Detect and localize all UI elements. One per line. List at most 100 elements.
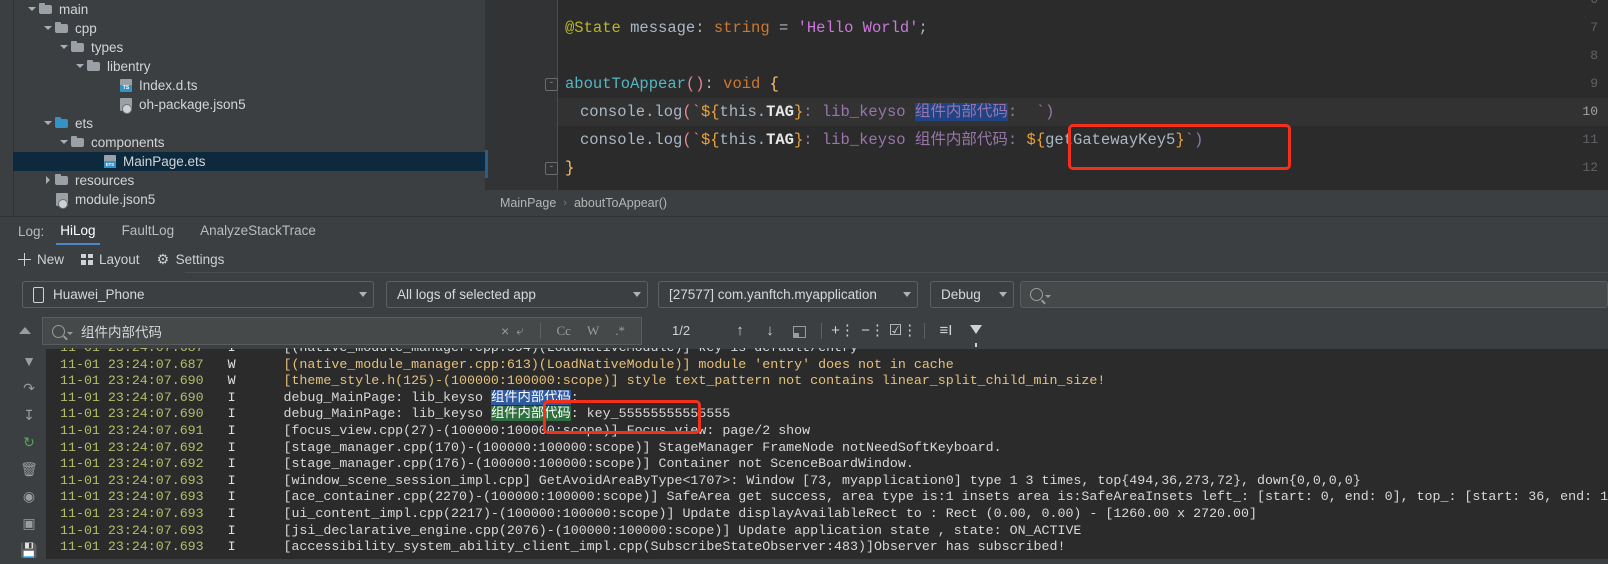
- log-row[interactable]: 11-01 23:24:07.693 I [accessibility_syst…: [46, 539, 1608, 556]
- log-timestamp: 11-01 23:24:07.693: [60, 489, 204, 505]
- interp-close-token: }: [1175, 131, 1185, 149]
- chevron-down-icon[interactable]: [57, 133, 70, 152]
- log-row[interactable]: 11-01 23:24:07.687 W [(native_module_man…: [46, 357, 1608, 374]
- tree-item-libentry[interactable]: libentry: [13, 57, 485, 76]
- function-name-token: aboutToAppear: [565, 75, 686, 93]
- trash-icon[interactable]: 🗑: [13, 456, 45, 483]
- search-icon: [52, 324, 65, 338]
- log-row[interactable]: 11-01 23:24:07.690 W [theme_style.h(125)…: [46, 373, 1608, 390]
- gear-icon: ⚙: [156, 250, 170, 267]
- log-message-prefix: debug_MainPage: lib_keyso: [283, 406, 491, 422]
- process-select[interactable]: [27577] com.yanftch.myapplication: [658, 281, 918, 308]
- log-row[interactable]: 11-01 23:24:07.687 I [(native_module_man…: [46, 348, 1608, 357]
- chevron-down-icon[interactable]: [25, 0, 38, 19]
- tree-item-ets[interactable]: ets: [13, 114, 485, 133]
- log-message: [(native_module_manager.cpp:613)(LoadNat…: [283, 356, 954, 372]
- log-row[interactable]: 11-01 23:24:07.693 I [ui_content_impl.cp…: [46, 506, 1608, 523]
- log-row[interactable]: 11-01 23:24:07.692 I [stage_manager.cpp(…: [46, 456, 1608, 473]
- fold-marker[interactable]: -: [545, 78, 558, 91]
- restart-icon[interactable]: ↻: [13, 429, 45, 456]
- arrow-down-icon[interactable]: ↓: [755, 317, 785, 345]
- whole-words-toggle[interactable]: W: [587, 323, 599, 339]
- tree-item-resources[interactable]: resources: [13, 171, 485, 190]
- wrap-text-icon[interactable]: ≡I: [931, 317, 961, 345]
- log-level: I: [227, 422, 236, 438]
- folder-icon: [70, 133, 88, 152]
- scroll-to-end-icon[interactable]: ↧: [13, 402, 45, 429]
- tree-item-main[interactable]: main: [13, 0, 485, 19]
- line-number: 8: [1590, 48, 1598, 63]
- breadcrumb-item-method[interactable]: aboutToAppear(): [574, 196, 667, 210]
- history-icon[interactable]: ⤶: [516, 323, 523, 339]
- breadcrumb-separator-icon: ›: [563, 197, 567, 209]
- tree-item-components[interactable]: components: [13, 133, 485, 152]
- new-button[interactable]: New: [18, 252, 64, 267]
- arrow-up-icon[interactable]: ↑: [725, 317, 755, 345]
- settings-button[interactable]: ⚙ Settings: [157, 252, 225, 267]
- chevron-down-icon[interactable]: [41, 114, 54, 133]
- remove-filter-icon[interactable]: −⋮: [858, 317, 888, 345]
- log-row[interactable]: 11-01 23:24:07.692 I [stage_manager.cpp(…: [46, 440, 1608, 457]
- find-input[interactable]: 组件内部代码 × ⤶ Cc W .*: [42, 317, 642, 345]
- gateway-key-token: getGatewayKey5: [1045, 131, 1176, 149]
- json-icon: [54, 190, 72, 209]
- divider: [924, 323, 925, 339]
- tree-item-oh-package-json5[interactable]: oh-package.json5: [13, 95, 485, 114]
- camera-icon[interactable]: ◉: [13, 483, 45, 510]
- log-message: [jsi_declarative_engine.cpp(2076)-(10000…: [283, 522, 1082, 538]
- tree-item-label: module.json5: [75, 192, 156, 207]
- breadcrumb-item-file[interactable]: MainPage: [500, 196, 556, 210]
- log-action-bar: New Layout ⚙ Settings: [0, 245, 1608, 273]
- tree-item-mainpage-ets[interactable]: MainPage.ets: [13, 152, 485, 171]
- layout-button[interactable]: Layout: [81, 252, 140, 267]
- tree-item-index-d-ts[interactable]: Index.d.ts: [13, 76, 485, 95]
- chevron-right-icon[interactable]: [41, 171, 54, 190]
- tree-item-module-json5[interactable]: module.json5: [13, 190, 485, 209]
- tree-item-label: resources: [75, 173, 135, 188]
- ets-icon: [102, 152, 120, 171]
- log-row[interactable]: 11-01 23:24:07.690 I debug_MainPage: lib…: [46, 389, 1608, 407]
- clear-icon[interactable]: ×: [501, 323, 509, 339]
- folder-icon: [54, 171, 72, 190]
- log-output[interactable]: 11-01 23:24:07.687 I [(native_module_man…: [46, 348, 1608, 559]
- collapse-toggle-icon[interactable]: [19, 327, 31, 334]
- parens-token: (): [685, 75, 705, 93]
- console-log-token: console.log: [580, 103, 683, 121]
- soft-wrap-icon[interactable]: ↷: [13, 375, 45, 402]
- chevron-down-icon[interactable]: [57, 38, 70, 57]
- log-row[interactable]: 11-01 23:24:07.691 I [focus_view.cpp(27)…: [46, 423, 1608, 440]
- log-scope-select[interactable]: All logs of selected app: [386, 281, 648, 308]
- device-select[interactable]: Huawei_Phone: [22, 281, 374, 308]
- add-filter-icon[interactable]: +⋮: [828, 317, 858, 345]
- match-case-toggle[interactable]: Cc: [557, 323, 571, 339]
- log-message: [theme_style.h(125)-(100000:100000:scope…: [283, 373, 1106, 389]
- breadcrumb[interactable]: MainPage › aboutToAppear(): [485, 190, 1608, 216]
- chevron-down-icon[interactable]: [41, 19, 54, 38]
- code-line-7: @State message: string = 'Hello World';: [565, 14, 928, 42]
- project-tree[interactable]: main cpp types libentry Index.d.ts oh-package…: [0, 0, 485, 216]
- fold-marker[interactable]: -: [545, 162, 558, 175]
- tab-hilog[interactable]: HiLog: [56, 217, 100, 245]
- tab-analyzestacktrace[interactable]: AnalyzeStackTrace: [200, 217, 316, 245]
- code-editor[interactable]: 6 7 8 9 10 11 12 - - @State message: str…: [485, 0, 1608, 216]
- save-icon[interactable]: 💾: [13, 537, 45, 564]
- action-bar-rule: [185, 272, 1608, 273]
- regex-toggle[interactable]: .*: [615, 323, 625, 339]
- chevron-down-icon[interactable]: ▼: [13, 348, 45, 375]
- log-level: I: [227, 456, 236, 472]
- select-box-icon[interactable]: [785, 317, 815, 345]
- log-row[interactable]: 11-01 23:24:07.693 I [window_scene_sessi…: [46, 473, 1608, 490]
- video-icon[interactable]: ▣: [13, 510, 45, 537]
- tree-item-types[interactable]: types: [13, 38, 485, 57]
- funnel-icon[interactable]: [961, 317, 991, 347]
- log-row[interactable]: 11-01 23:24:07.690 I debug_MainPage: lib…: [46, 406, 1608, 423]
- chevron-down-icon[interactable]: [73, 57, 86, 76]
- log-row[interactable]: 11-01 23:24:07.693 I [jsi_declarative_en…: [46, 523, 1608, 540]
- edit-filter-icon[interactable]: ☑⋮: [888, 317, 918, 345]
- tab-faultlog[interactable]: FaultLog: [122, 217, 175, 245]
- tree-item-cpp[interactable]: cpp: [13, 19, 485, 38]
- log-row[interactable]: 11-01 23:24:07.693 I [ace_container.cpp(…: [46, 489, 1608, 506]
- log-query-input[interactable]: [1020, 281, 1608, 308]
- log-level-select[interactable]: Debug: [930, 281, 1014, 308]
